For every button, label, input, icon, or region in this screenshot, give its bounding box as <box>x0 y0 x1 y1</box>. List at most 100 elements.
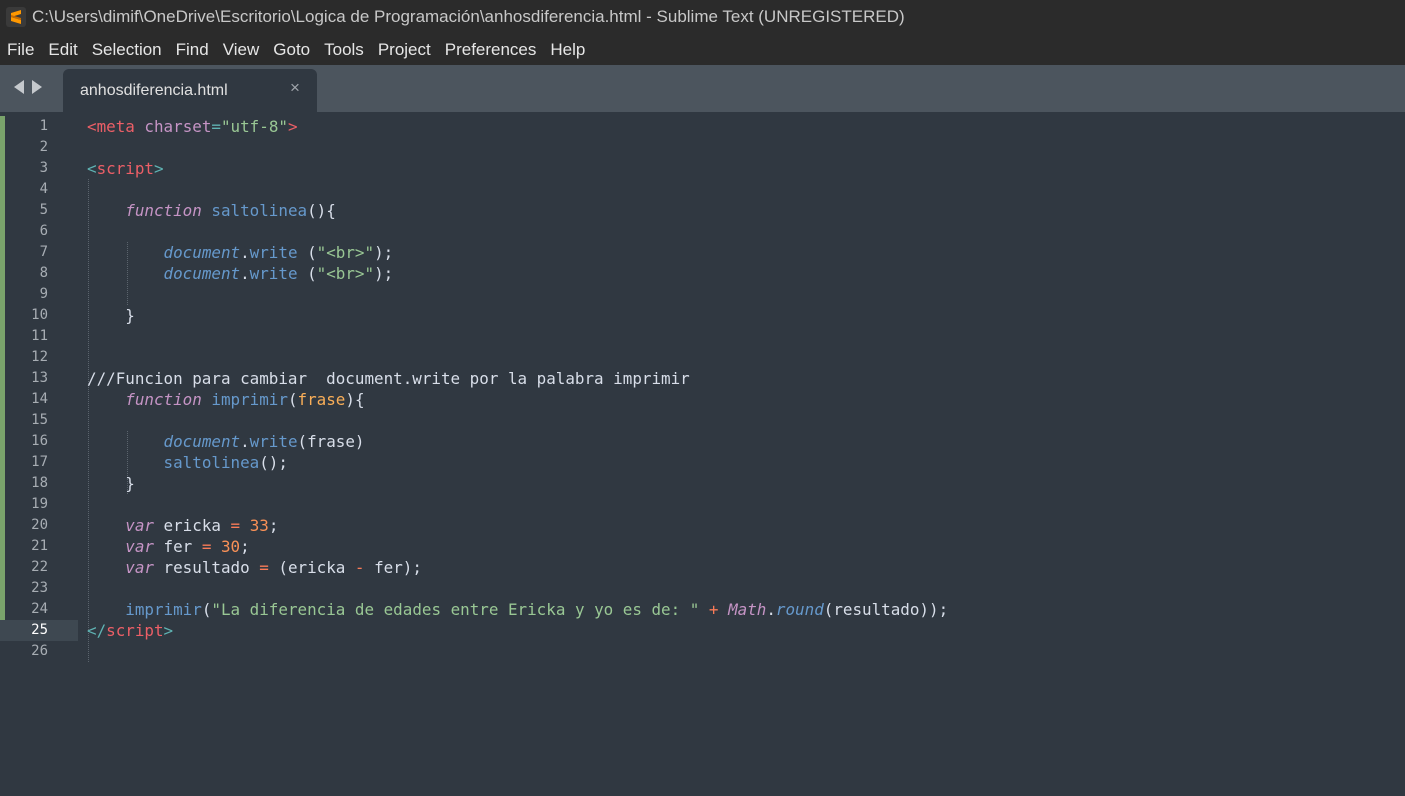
code-line: var fer = 30; <box>87 536 948 557</box>
line-number: 26 <box>31 643 48 659</box>
line-number: 11 <box>31 328 48 344</box>
code-token: write <box>249 264 298 283</box>
code-token: write <box>249 243 298 262</box>
line-number: 5 <box>39 202 48 218</box>
code-token: <meta <box>87 117 135 136</box>
code-token: . <box>240 264 250 283</box>
code-token: round <box>775 600 824 619</box>
tab-navigation <box>12 79 44 100</box>
menu-preferences[interactable]: Preferences <box>438 34 544 65</box>
menu-edit[interactable]: Edit <box>41 34 84 65</box>
line-number: 9 <box>39 286 48 302</box>
code-token: var <box>125 558 154 577</box>
line-number: 8 <box>39 265 48 281</box>
code-token: . <box>240 243 250 262</box>
code-line: <meta charset="utf-8"> <box>87 116 948 137</box>
code-token: > <box>163 621 174 640</box>
next-tab-arrow-icon[interactable] <box>30 79 44 100</box>
close-icon[interactable]: × <box>287 79 303 96</box>
code-token: document <box>163 243 241 262</box>
code-token: = <box>211 117 221 136</box>
code-token: ( <box>297 264 317 283</box>
code-line: saltolinea(); <box>87 452 948 473</box>
code-token: document <box>163 432 241 451</box>
code-line: imprimir("La diferencia de edades entre … <box>87 599 948 620</box>
code-token: document <box>163 264 241 283</box>
code-token: < <box>87 159 97 178</box>
line-number: 13 <box>31 370 48 386</box>
code-token: (resultado)); <box>823 600 949 619</box>
code-token: write <box>249 432 298 451</box>
menu-goto[interactable]: Goto <box>266 34 317 65</box>
code-token: saltolinea <box>211 201 308 220</box>
menu-help[interactable]: Help <box>543 34 592 65</box>
line-number: 6 <box>39 223 48 239</box>
line-number: 25 <box>31 622 48 638</box>
code-token: imprimir <box>211 390 288 409</box>
code-token: 30 <box>220 537 241 556</box>
menu-selection[interactable]: Selection <box>85 34 169 65</box>
code-token: . <box>240 432 250 451</box>
line-number: 15 <box>31 412 48 428</box>
code-token: ///Funcion para cambiar document.write p… <box>87 369 690 388</box>
code-token: (ericka <box>268 558 355 577</box>
menu-view[interactable]: View <box>216 34 267 65</box>
menu-find[interactable]: Find <box>169 34 216 65</box>
line-number: 2 <box>39 139 48 155</box>
code-token: ericka <box>153 516 231 535</box>
code-token: var <box>125 516 154 535</box>
tab-anhosdiferencia[interactable]: anhosdiferencia.html × <box>63 69 317 112</box>
line-number: 21 <box>31 538 48 554</box>
code-token: = <box>259 558 269 577</box>
code-token: </ <box>87 621 107 640</box>
code-editor[interactable]: 1 2 3 4 5 6 7 8 9 10 11 12 13 14 15 16 17 18 19 20 21 22 23 24 2… <box>0 112 1405 796</box>
code-line: document.write(frase) <box>87 431 948 452</box>
code-token: function <box>125 390 202 409</box>
line-number: 17 <box>31 454 48 470</box>
menu-tools[interactable]: Tools <box>317 34 371 65</box>
line-number: 18 <box>31 475 48 491</box>
code-token: = <box>201 537 212 556</box>
code-token: "utf-8" <box>220 117 288 136</box>
code-token: "<br>" <box>316 243 375 262</box>
code-line: var resultado = (ericka - fer); <box>87 557 948 578</box>
code-token: frase <box>297 390 346 409</box>
code-line: } <box>87 473 948 494</box>
code-token: var <box>125 537 154 556</box>
line-number: 7 <box>39 244 48 260</box>
code-token: Math <box>728 600 767 619</box>
line-number-gutter: 1 2 3 4 5 6 7 8 9 10 11 12 13 14 15 16 17 18 19 20 21 22 23 24 2… <box>0 116 48 662</box>
code-token: = <box>230 516 241 535</box>
code-content[interactable]: <meta charset="utf-8"> <script> function… <box>87 116 948 662</box>
code-token: script <box>106 621 164 640</box>
code-token: . <box>766 600 776 619</box>
code-token: "La diferencia de edades entre Ericka y … <box>211 600 700 619</box>
previous-tab-arrow-icon[interactable] <box>12 79 26 100</box>
code-token: script <box>96 159 154 178</box>
code-token: ); <box>374 243 394 262</box>
code-token: fer); <box>364 558 422 577</box>
tab-bar: anhosdiferencia.html × <box>0 65 1405 112</box>
code-token: - <box>354 558 365 577</box>
menu-project[interactable]: Project <box>371 34 438 65</box>
code-line: document.write ("<br>"); <box>87 242 948 263</box>
menu-file[interactable]: File <box>0 34 41 65</box>
code-token: (){ <box>307 201 336 220</box>
code-line: function saltolinea(){ <box>87 200 948 221</box>
code-line: <script> <box>87 158 948 179</box>
code-token: > <box>287 117 298 136</box>
